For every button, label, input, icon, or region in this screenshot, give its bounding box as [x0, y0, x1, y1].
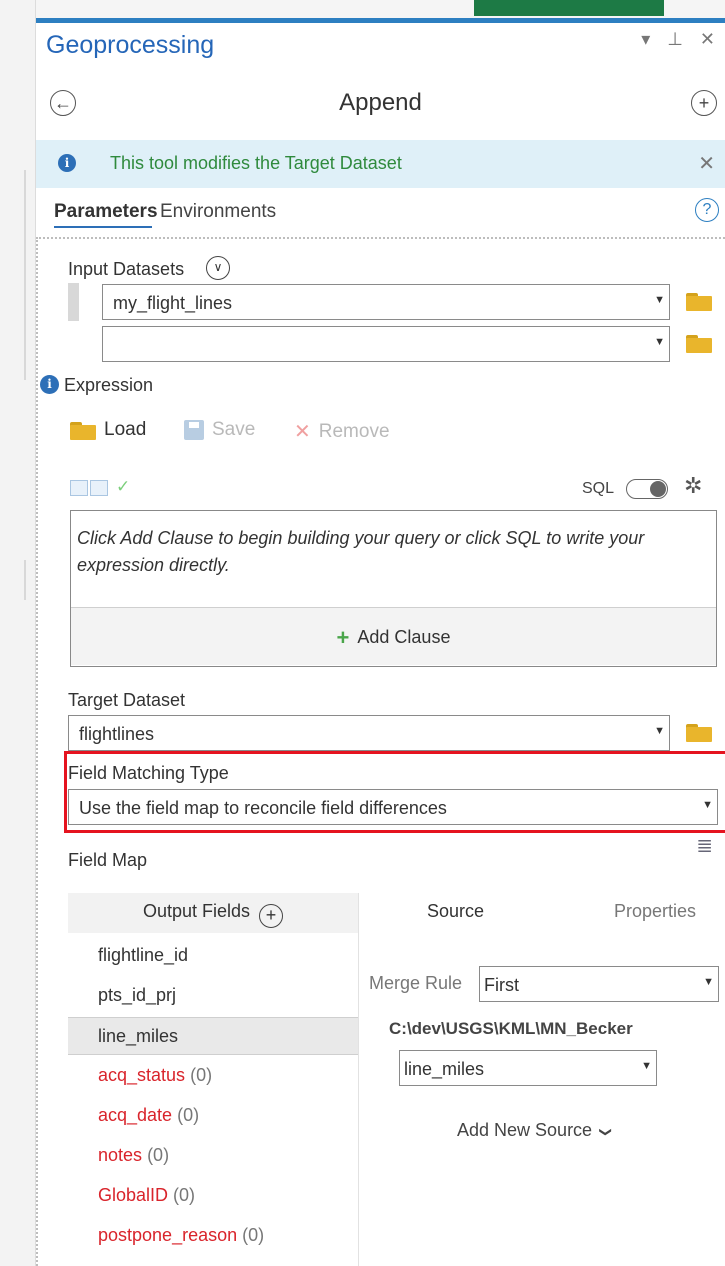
field-name: flightline_id — [98, 945, 189, 965]
save-label: Save — [212, 419, 256, 440]
remove-x-icon: ✕ — [294, 421, 311, 443]
field-row[interactable]: acq_date (0) — [68, 1097, 358, 1135]
input-dataset-dropdown[interactable]: my_flight_lines ▼ — [102, 284, 670, 320]
chevron-down-icon: ❯ — [599, 1126, 614, 1138]
source-panel: Source Properties Merge Rule First ▼ C:\… — [358, 893, 725, 1266]
gear-icon[interactable]: ✲ — [684, 473, 702, 499]
add-new-source-label: Add New Source — [457, 1120, 593, 1140]
ribbon-tab-accent — [474, 0, 664, 16]
browse-folder-icon[interactable] — [686, 291, 712, 311]
field-name: GlobalID (0) — [98, 1185, 196, 1205]
remove-button[interactable]: ✕ Remove — [294, 419, 390, 444]
query-hint-text: Click Add Clause to begin building your … — [77, 528, 645, 575]
field-row[interactable]: pts_id_prj — [68, 977, 358, 1015]
tab-parameters[interactable]: Parameters — [54, 201, 158, 223]
dropdown-arrow-icon: ▼ — [702, 799, 713, 811]
help-icon[interactable]: ? — [695, 198, 719, 222]
gutter-mark — [24, 170, 26, 380]
info-icon: i — [58, 154, 76, 172]
source-dataset-path: C:\dev\USGS\KML\MN_Becker — [389, 1019, 633, 1038]
add-new-source-button[interactable]: Add New Source ❯ — [457, 1120, 614, 1141]
geoprocessing-pane: Geoprocessing ▾ ⊥ ✕ ← Append + i This to… — [36, 23, 725, 1266]
folder-icon — [70, 420, 96, 440]
field-row[interactable]: GlobalID (0) — [68, 1177, 358, 1215]
sql-mode-icon[interactable] — [90, 480, 108, 496]
tab-properties[interactable]: Properties — [614, 901, 696, 922]
field-row[interactable]: notes (0) — [68, 1137, 358, 1175]
field-name: postpone_reason (0) — [98, 1225, 265, 1245]
merge-rule-dropdown[interactable]: First ▼ — [479, 966, 719, 1002]
target-dataset-dropdown[interactable]: flightlines ▼ — [68, 715, 670, 751]
tool-title: Append — [339, 89, 422, 116]
active-tab-indicator — [54, 226, 152, 228]
sql-label: SQL — [582, 480, 615, 497]
source-field-dropdown[interactable]: line_miles ▼ — [399, 1050, 657, 1086]
output-fields-title: Output Fields — [142, 901, 251, 921]
field-row[interactable]: postpone_reason (0) — [68, 1217, 358, 1255]
row-drag-handle[interactable] — [68, 283, 79, 321]
target-dataset-value: flightlines — [79, 724, 155, 744]
field-name: line_miles — [98, 1026, 179, 1046]
remove-label: Remove — [318, 420, 390, 442]
field-matching-type-label: Field Matching Type — [68, 763, 229, 783]
output-fields-header: Output Fields + — [68, 893, 358, 933]
dropdown-arrow-icon: ▼ — [654, 294, 665, 306]
source-tabs: Source Properties — [359, 893, 725, 933]
dropdown-arrow-icon: ▼ — [654, 336, 665, 348]
left-gutter — [0, 0, 36, 1266]
tab-environments[interactable]: Environments — [160, 201, 276, 223]
save-disk-icon — [184, 420, 204, 440]
output-fields-panel: Output Fields + flightline_id pts_id_prj… — [68, 893, 358, 1266]
section-left-border — [36, 237, 38, 1266]
expression-info-icon[interactable]: i — [40, 375, 59, 394]
field-map-options-icon[interactable]: ≣ — [696, 833, 713, 858]
input-datasets-label: Input Datasets — [68, 259, 185, 279]
tab-source[interactable]: Source — [427, 901, 484, 922]
clause-mode-icon[interactable] — [70, 480, 88, 496]
dropdown-arrow-icon: ▼ — [641, 1060, 652, 1072]
plus-icon: + — [698, 93, 710, 113]
validate-check-icon[interactable]: ✓ — [116, 477, 130, 497]
pane-title: Geoprocessing — [46, 31, 215, 59]
target-dataset-label: Target Dataset — [68, 690, 186, 710]
load-label: Load — [104, 419, 147, 440]
info-message-text: This tool modifies the Target Dataset — [110, 153, 402, 173]
expression-label: Expression — [64, 375, 154, 395]
browse-folder-icon[interactable] — [686, 333, 712, 353]
merge-rule-value: First — [484, 975, 519, 995]
input-dataset-value: my_flight_lines — [113, 293, 233, 313]
section-divider — [36, 237, 725, 239]
merge-rule-label: Merge Rule — [369, 973, 463, 993]
dropdown-arrow-icon: ▼ — [703, 976, 714, 988]
source-field-value: line_miles — [404, 1059, 485, 1079]
info-message-bar: i This tool modifies the Target Dataset … — [36, 140, 725, 188]
field-matching-type-value: Use the field map to reconcile field dif… — [79, 798, 447, 818]
add-clause-button[interactable]: + Add Clause — [71, 607, 716, 665]
save-button[interactable]: Save — [184, 419, 255, 441]
field-row[interactable]: acq_status (0) — [68, 1057, 358, 1095]
dropdown-arrow-icon: ▼ — [654, 725, 665, 737]
gutter-mark — [24, 560, 26, 600]
query-builder-box[interactable]: Click Add Clause to begin building your … — [70, 510, 717, 667]
field-row[interactable]: flightline_id — [68, 937, 358, 975]
add-to-favorites-button[interactable]: + — [691, 90, 717, 116]
load-button[interactable]: Load — [70, 419, 146, 441]
pane-window-controls[interactable]: ▾ ⊥ ✕ — [641, 29, 721, 50]
plus-icon: + — [336, 625, 350, 650]
add-clause-label: Add Clause — [357, 627, 451, 647]
chevron-down-icon[interactable]: ∨ — [206, 256, 230, 280]
field-name: acq_status (0) — [98, 1065, 213, 1085]
browse-folder-icon[interactable] — [686, 722, 712, 742]
sql-toggle[interactable] — [626, 479, 668, 499]
field-map-label: Field Map — [68, 850, 148, 870]
field-matching-type-dropdown[interactable]: Use the field map to reconcile field dif… — [68, 789, 718, 825]
input-dataset-dropdown-empty[interactable]: ▼ — [102, 326, 670, 362]
field-row-selected[interactable]: line_miles — [68, 1017, 358, 1055]
close-icon[interactable]: ✕ — [698, 151, 715, 176]
field-name: pts_id_prj — [98, 985, 177, 1005]
add-field-icon[interactable]: + — [259, 904, 284, 928]
field-name: notes (0) — [98, 1145, 170, 1165]
field-name: acq_date (0) — [98, 1105, 200, 1125]
